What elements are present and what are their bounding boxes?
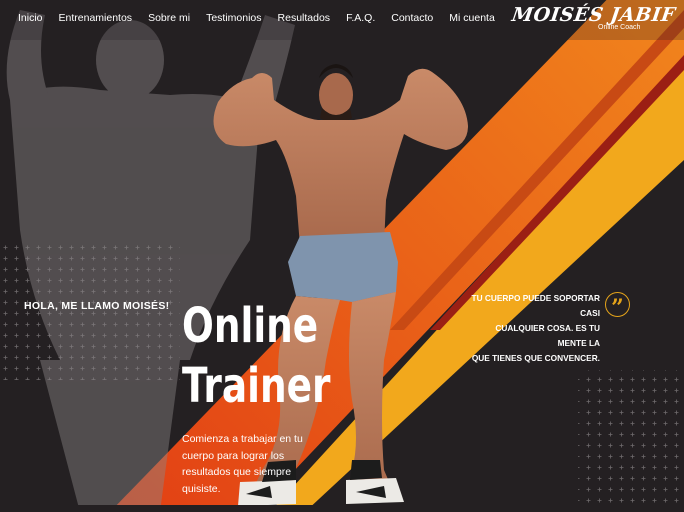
main-nav: Inicio Entrenamientos Sobre mi Testimoni…: [18, 11, 511, 25]
quote-line: TU CUERPO PUEDE SOPORTAR CASI: [471, 293, 600, 318]
hero-greeting: HOLA, ME LLAMO MOISÉS!: [24, 300, 170, 312]
nav-contacto[interactable]: Contacto: [391, 11, 433, 25]
site-logo[interactable]: MOISÉS JABIF Online Coach: [510, 4, 677, 31]
hero-title-line2: Trainer: [182, 358, 331, 414]
nav-sobre-mi[interactable]: Sobre mi: [148, 11, 190, 25]
nav-inicio[interactable]: Inicio: [18, 11, 43, 25]
quote-line: CUALQUIER COSA. ES TU MENTE LA: [495, 323, 600, 348]
hero-background: [0, 0, 684, 512]
quote-line: QUE TIENES QUE CONVENCER.: [471, 353, 600, 363]
quote-icon: ”: [605, 292, 630, 321]
nav-resultados[interactable]: Resultados: [278, 11, 331, 25]
hero-title-line1: Online: [182, 298, 319, 354]
nav-mi-cuenta[interactable]: Mi cuenta: [449, 11, 495, 25]
nav-testimonios[interactable]: Testimonios: [206, 11, 261, 25]
logo-name: MOISÉS JABIF: [510, 4, 677, 26]
nav-faq[interactable]: F.A.Q.: [346, 11, 375, 25]
hero-title: Online Trainer: [182, 296, 331, 416]
nav-entrenamientos[interactable]: Entrenamientos: [59, 11, 133, 25]
hero-description: Comienza a trabajar en tu cuerpo para lo…: [182, 433, 303, 495]
quote-text: TU CUERPO PUEDE SOPORTAR CASI CUALQUIER …: [470, 291, 600, 366]
logo-subtitle: Online Coach: [598, 24, 641, 31]
